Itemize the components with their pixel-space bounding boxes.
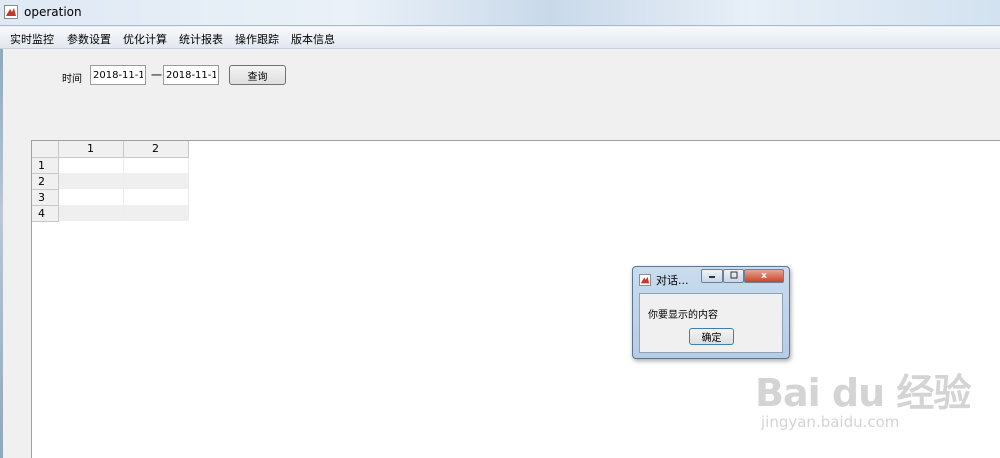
table-cell[interactable] [58,173,124,189]
ok-button[interactable]: 确定 [689,328,734,345]
data-table: 1 2 1 2 3 4 [32,141,189,222]
menu-item-realtime-monitor[interactable]: 实时监控 [10,31,54,47]
query-button[interactable]: 查询 [229,65,286,85]
table-row: 4 [32,205,189,222]
table-cell[interactable] [123,189,189,205]
menu-item-operation-tracking[interactable]: 操作跟踪 [235,31,279,47]
date-range-separator: 一 [151,69,162,82]
window-title: operation [24,5,82,19]
watermark-logo: Bai du 经验 [755,371,971,415]
menu-item-parameter-settings[interactable]: 参数设置 [67,31,111,47]
maximize-icon [730,271,737,279]
table-cell[interactable] [58,157,124,173]
baidu-watermark: Bai du 经验 jingyan.baidu.com [755,362,971,431]
row-header[interactable]: 1 [32,157,59,174]
table-row: 3 [32,189,189,206]
row-header[interactable]: 2 [32,173,59,190]
dialog-title: 对话... [656,274,689,287]
title-bar[interactable]: operation [0,0,1000,26]
maximize-button[interactable] [723,269,744,283]
menu-item-version-info[interactable]: 版本信息 [291,31,335,47]
table-header-row: 1 2 [32,141,189,158]
minimize-icon [709,276,715,278]
table-corner [32,141,59,158]
close-button[interactable]: x [744,269,784,283]
dialog-message: 你要显示的内容 [648,310,718,321]
start-date-input[interactable] [90,65,146,85]
table-cell[interactable] [58,205,124,221]
desktop-background [0,48,3,458]
table-cell[interactable] [58,189,124,205]
table-cell[interactable] [123,205,189,221]
table-cell[interactable] [123,173,189,189]
row-header[interactable]: 4 [32,205,59,222]
matlab-icon [639,274,651,286]
time-label: 时间 [62,74,82,85]
dialog-body: 你要显示的内容 确定 [639,293,783,353]
table-cell[interactable] [123,157,189,173]
menu-bar: 实时监控 参数设置 优化计算 统计报表 操作跟踪 版本信息 [0,27,1000,49]
minimize-button[interactable] [701,269,723,283]
table-row: 2 [32,173,189,190]
column-header[interactable]: 2 [123,141,189,158]
menu-item-optimization[interactable]: 优化计算 [123,31,167,47]
message-dialog[interactable]: 对话... x 你要显示的内容 确定 [632,266,790,359]
table-row: 1 [32,157,189,174]
matlab-icon [4,5,18,19]
close-icon: x [761,271,767,281]
end-date-input[interactable] [163,65,219,85]
menu-item-statistics-report[interactable]: 统计报表 [179,31,223,47]
column-header[interactable]: 1 [58,141,124,158]
row-header[interactable]: 3 [32,189,59,206]
